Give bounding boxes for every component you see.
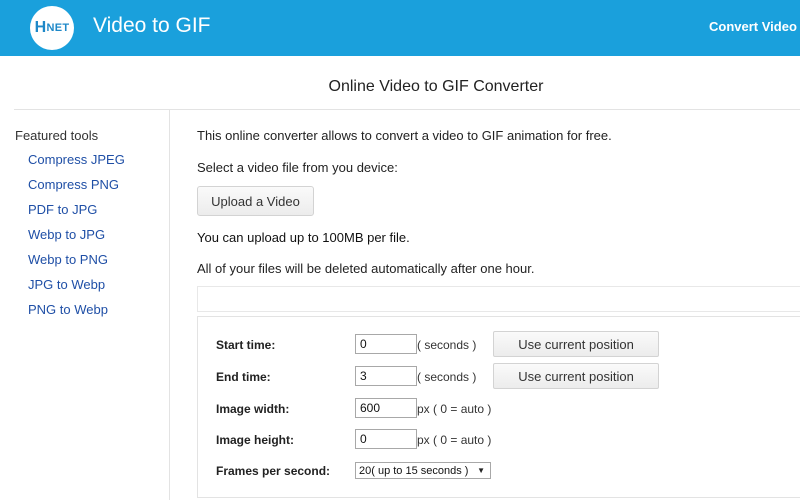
upload-video-button[interactable]: Upload a Video xyxy=(197,186,314,216)
image-width-input[interactable] xyxy=(355,398,417,418)
fps-select[interactable]: 20( up to 15 seconds ) ▼ xyxy=(355,462,491,479)
upload-limit-text: You can upload up to 100MB per file. xyxy=(197,230,410,245)
sidebar-divider xyxy=(169,110,170,500)
dropdown-caret-icon: ▼ xyxy=(477,466,485,475)
end-time-unit: ( seconds ) xyxy=(417,370,477,384)
app-title[interactable]: Video to GIF xyxy=(93,14,211,38)
start-time-unit: ( seconds ) xyxy=(417,338,477,352)
sidebar-item-webp-to-png: Webp to PNG xyxy=(28,251,165,269)
sidebar-link-pdf-to-jpg[interactable]: PDF to JPG xyxy=(28,202,97,217)
sidebar-item-png-to-webp: PNG to Webp xyxy=(28,301,165,319)
sidebar-link-jpg-to-webp[interactable]: JPG to Webp xyxy=(28,277,105,292)
featured-tools-list: Compress JPEG Compress PNG PDF to JPG We… xyxy=(15,151,165,319)
sidebar-item-webp-to-jpg: Webp to JPG xyxy=(28,226,165,244)
title-divider xyxy=(14,109,800,110)
end-use-current-position-button[interactable]: Use current position xyxy=(493,363,659,389)
start-time-input[interactable] xyxy=(355,334,417,354)
logo-suffix: NET xyxy=(46,22,70,34)
sidebar-link-webp-to-png[interactable]: Webp to PNG xyxy=(28,252,108,267)
sidebar-link-png-to-webp[interactable]: PNG to Webp xyxy=(28,302,108,317)
end-time-input[interactable] xyxy=(355,366,417,386)
auto-delete-text: All of your files will be deleted automa… xyxy=(197,261,535,276)
site-logo[interactable]: H NET xyxy=(30,6,74,50)
intro-text: This online converter allows to convert … xyxy=(197,128,612,143)
sidebar: Featured tools Compress JPEG Compress PN… xyxy=(15,128,165,326)
sidebar-item-pdf-to-jpg: PDF to JPG xyxy=(28,201,165,219)
conversion-options-panel: Start time: ( seconds ) Use current posi… xyxy=(197,316,800,498)
site-header: HNET Video to GIF Convert Video to xyxy=(0,0,800,56)
start-use-current-position-button[interactable]: Use current position xyxy=(493,331,659,357)
image-width-label: Image width: xyxy=(216,402,290,416)
fps-label: Frames per second: xyxy=(216,464,331,478)
fps-selected-value: 20( up to 15 seconds ) xyxy=(359,464,469,477)
image-height-unit: px ( 0 = auto ) xyxy=(417,433,492,447)
sidebar-heading: Featured tools xyxy=(15,128,99,143)
sidebar-link-compress-png[interactable]: Compress PNG xyxy=(28,177,119,192)
page-title: Online Video to GIF Converter xyxy=(328,78,544,95)
sidebar-link-compress-jpeg[interactable]: Compress JPEG xyxy=(28,152,125,167)
image-width-unit: px ( 0 = auto ) xyxy=(417,402,492,416)
end-time-label: End time: xyxy=(216,370,271,384)
sidebar-item-compress-png: Compress PNG xyxy=(28,176,165,194)
sidebar-link-webp-to-jpg[interactable]: Webp to JPG xyxy=(28,227,105,242)
logo-letter: H xyxy=(34,19,47,36)
start-time-label: Start time: xyxy=(216,338,276,352)
select-file-text: Select a video file from you device: xyxy=(197,160,398,175)
upload-status-area xyxy=(197,286,800,312)
image-height-input[interactable] xyxy=(355,429,417,449)
sidebar-item-jpg-to-webp: JPG to Webp xyxy=(28,276,165,294)
nav-link-convert-video[interactable]: Convert Video to xyxy=(709,19,800,34)
image-height-label: Image height: xyxy=(216,433,295,447)
sidebar-item-compress-jpeg: Compress JPEG xyxy=(28,151,165,169)
